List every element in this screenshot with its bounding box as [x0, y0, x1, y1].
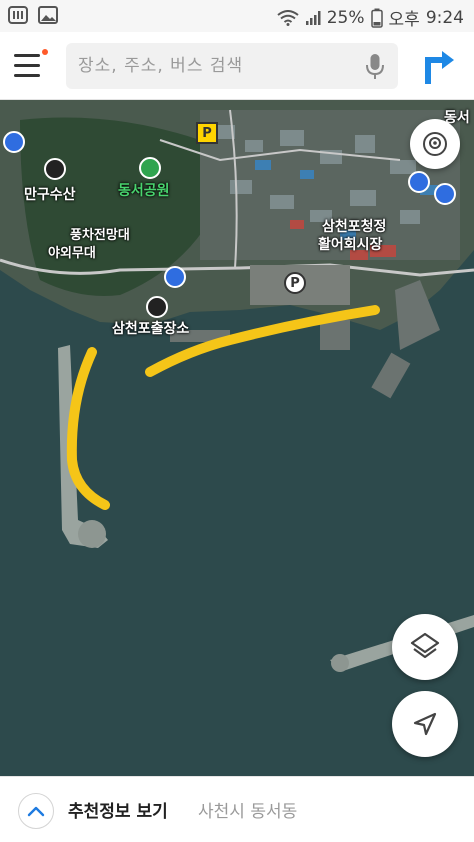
gallery-notification-icon [38, 6, 58, 24]
map-label-samcheonpo-market[interactable]: 삼천포청정 [322, 216, 386, 236]
app-notification-icon [8, 6, 28, 24]
map-label-mangu-susan[interactable]: 만구수산 [24, 184, 76, 204]
satellite-map[interactable]: P P 동서 만구수산 동서공원 풍차전망대 야외무대 삼천포청정 활어회시장 … [0, 100, 474, 776]
chevron-up-icon [27, 806, 45, 817]
expand-button[interactable] [18, 793, 54, 829]
my-location-button[interactable] [392, 691, 458, 757]
street-view-icon [423, 132, 447, 156]
battery-icon [370, 8, 383, 28]
search-box[interactable] [66, 43, 398, 89]
time-ampm: 오후 [388, 10, 420, 30]
bus-stop-icon[interactable] [3, 131, 25, 153]
notification-dot [42, 49, 48, 55]
government-office-icon[interactable] [146, 296, 168, 318]
search-header [0, 32, 474, 100]
street-view-button[interactable] [410, 119, 460, 169]
recommendation-title[interactable]: 추천정보 보기 [68, 797, 168, 822]
directions-button[interactable] [418, 46, 458, 86]
parking-icon-label: P [202, 125, 212, 141]
map-label-samcheonpo-market-2[interactable]: 활어회시장 [318, 234, 382, 254]
signal-icon [305, 10, 321, 25]
current-location-text: 사천시 동서동 [198, 802, 298, 822]
bottom-panel[interactable]: 추천정보 보기 사천시 동서동 [0, 776, 474, 842]
layers-button[interactable] [392, 614, 458, 680]
directions-arrow-icon [425, 51, 454, 84]
wifi-icon [277, 9, 299, 26]
layers-icon [410, 632, 440, 659]
navigation-arrow-icon [413, 712, 437, 736]
battery-percent: 25% [326, 7, 365, 28]
time-value: 9:24 [425, 7, 464, 28]
parking-icon-label: P [290, 275, 300, 291]
search-input[interactable] [78, 43, 348, 89]
bus-stop-icon[interactable] [164, 266, 186, 288]
map-label-samcheonpo-outlet[interactable]: 삼천포출장소 [112, 318, 189, 338]
parking-icon[interactable]: P [284, 272, 306, 294]
menu-button[interactable] [14, 49, 48, 80]
status-bar: 25% 오후 9:24 [0, 0, 474, 32]
voice-search-button[interactable] [360, 51, 390, 81]
store-icon[interactable] [44, 158, 66, 180]
bus-stop-icon[interactable] [434, 183, 456, 205]
map-label-pungcha[interactable]: 풍차전망대 [70, 224, 130, 243]
map-label-dongseo-park[interactable]: 동서공원 [118, 180, 170, 200]
map-label-outdoor-stage[interactable]: 야외무대 [48, 242, 96, 261]
menu-icon-line [14, 64, 40, 67]
bus-stop-icon[interactable] [408, 171, 430, 193]
tree-park-icon[interactable] [139, 157, 161, 179]
menu-icon-line [14, 74, 40, 77]
menu-icon [14, 54, 40, 57]
parking-icon[interactable]: P [196, 122, 218, 144]
microphone-icon [366, 54, 384, 79]
